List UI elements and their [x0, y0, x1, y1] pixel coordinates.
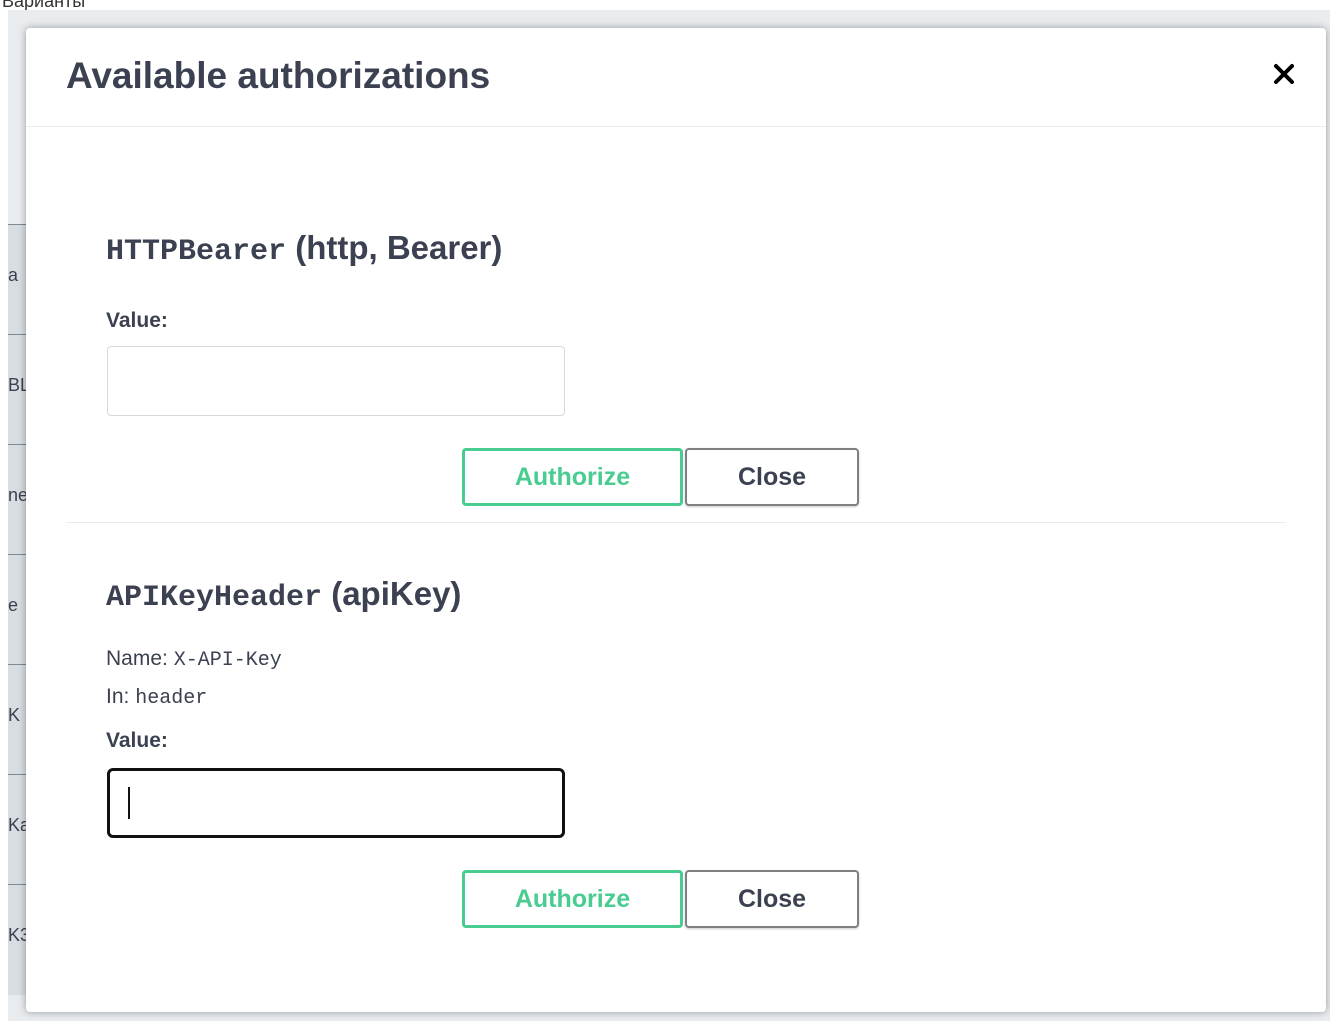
auth-section-apikeyheader: APIKeyHeader (apiKey) Name: X-API-Key In… — [66, 524, 1286, 984]
close-icon-glyph — [1274, 64, 1294, 84]
close-icon[interactable] — [1266, 56, 1302, 92]
scheme-name: APIKeyHeader — [106, 581, 323, 615]
api-key-in-line: In: header — [106, 684, 207, 712]
name-value: X-API-Key — [173, 649, 282, 672]
modal-title: Available authorizations — [66, 55, 491, 96]
value-label: Value: — [106, 309, 168, 332]
close-button[interactable]: Close — [685, 448, 859, 506]
scheme-type: (http, Bearer) — [295, 229, 503, 266]
auth-section-httpbearer: HTTPBearer (http, Bearer) Value: Authori… — [66, 128, 1286, 523]
api-key-value-input[interactable] — [107, 768, 565, 838]
api-key-name-line: Name: X-API-Key — [106, 646, 282, 674]
in-label: In: — [106, 685, 130, 708]
text-caret — [128, 787, 130, 819]
scheme-name: HTTPBearer — [106, 235, 287, 269]
background-row-text: a — [8, 265, 19, 285]
close-button[interactable]: Close — [685, 870, 859, 928]
scheme-title: HTTPBearer (http, Bearer) — [106, 228, 502, 272]
background-row-text: K — [8, 705, 21, 725]
modal-header: Available authorizations — [26, 28, 1326, 127]
in-value: header — [135, 687, 208, 710]
name-label: Name: — [106, 647, 168, 670]
page-header-partial-text: Варианты — [2, 0, 86, 10]
authorize-button[interactable]: Authorize — [462, 870, 683, 928]
scheme-title: APIKeyHeader (apiKey) — [106, 574, 461, 618]
bearer-value-input[interactable] — [107, 346, 565, 416]
background-row-text: e — [8, 595, 19, 615]
authorize-button[interactable]: Authorize — [462, 448, 683, 506]
scheme-type: (apiKey) — [331, 575, 462, 612]
page-header-strip: Варианты — [0, 0, 1330, 10]
value-label: Value: — [106, 729, 168, 752]
authorizations-modal: Available authorizations HTTPBearer (htt… — [26, 28, 1326, 1012]
